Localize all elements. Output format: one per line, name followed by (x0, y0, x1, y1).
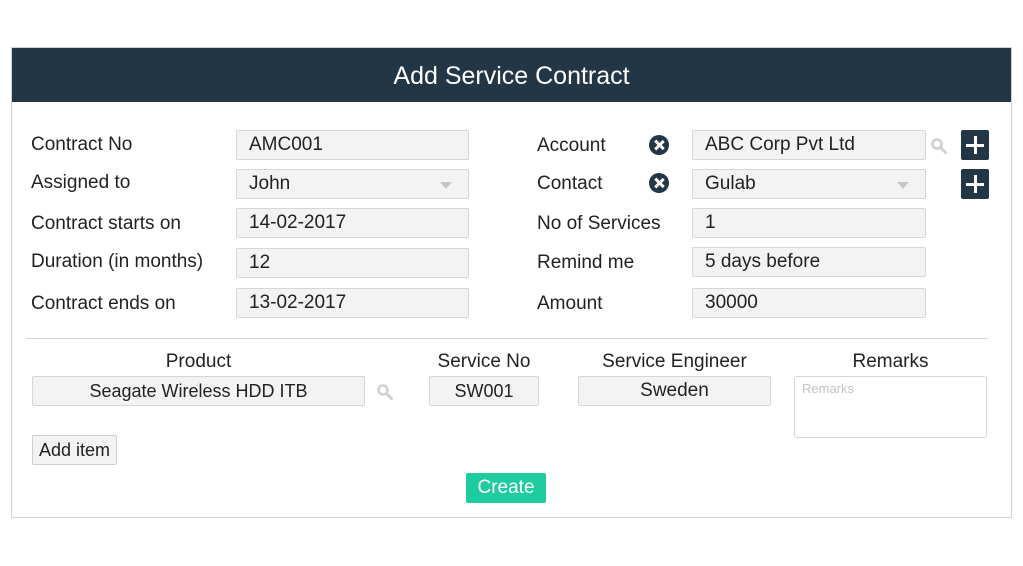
contract-no-input[interactable]: AMC001 (236, 130, 469, 160)
chevron-down-icon (440, 182, 452, 189)
contract-no-label: Contract No (31, 134, 133, 155)
contact-label: Contact (537, 173, 603, 194)
chevron-down-icon (897, 182, 909, 189)
contract-starts-input[interactable]: 14-02-2017 (236, 208, 469, 238)
contact-select[interactable]: Gulab (692, 169, 926, 199)
add-item-button[interactable]: Add item (32, 435, 118, 465)
amount-label: Amount (537, 293, 603, 314)
assigned-to-value: John (249, 173, 291, 194)
contract-ends-input[interactable]: 13-02-2017 (236, 288, 469, 318)
search-product-icon[interactable] (376, 383, 394, 401)
duration-input[interactable]: 12 (236, 248, 469, 278)
search-account-icon[interactable] (930, 137, 948, 155)
create-button[interactable]: Create (466, 473, 546, 503)
service-no-header: Service No (437, 351, 531, 372)
assigned-to-select[interactable]: John (236, 169, 469, 199)
duration-label: Duration (in months) (31, 251, 204, 272)
product-header: Product (165, 351, 232, 372)
remind-me-label: Remind me (537, 252, 635, 273)
service-no-input[interactable]: SW001 (429, 376, 539, 406)
contract-ends-label: Contract ends on (31, 293, 176, 314)
remarks-textarea[interactable]: Remarks (794, 376, 987, 438)
add-service-contract-panel: Add Service Contract Contract No AMC001 … (11, 47, 1012, 518)
service-engineer-input[interactable]: Sweden (578, 376, 771, 406)
contact-value: Gulab (705, 173, 756, 194)
amount-input[interactable]: 30000 (692, 288, 926, 318)
no-of-services-input[interactable]: 1 (692, 208, 926, 238)
remind-me-input[interactable]: 5 days before (692, 247, 926, 277)
add-contact-button[interactable] (961, 169, 989, 199)
remarks-header: Remarks (852, 351, 929, 372)
add-account-button[interactable] (961, 130, 989, 160)
no-of-services-label: No of Services (537, 213, 661, 234)
service-engineer-header: Service Engineer (602, 351, 747, 372)
clear-account-icon[interactable] (649, 135, 669, 155)
account-input[interactable]: ABC Corp Pvt Ltd (692, 130, 926, 160)
page-title: Add Service Contract (12, 48, 1011, 102)
product-input[interactable]: Seagate Wireless HDD ITB (32, 376, 365, 406)
contract-starts-label: Contract starts on (31, 213, 181, 234)
account-label: Account (537, 135, 606, 156)
clear-contact-icon[interactable] (649, 173, 669, 193)
section-divider (26, 338, 988, 339)
assigned-to-label: Assigned to (31, 172, 131, 193)
